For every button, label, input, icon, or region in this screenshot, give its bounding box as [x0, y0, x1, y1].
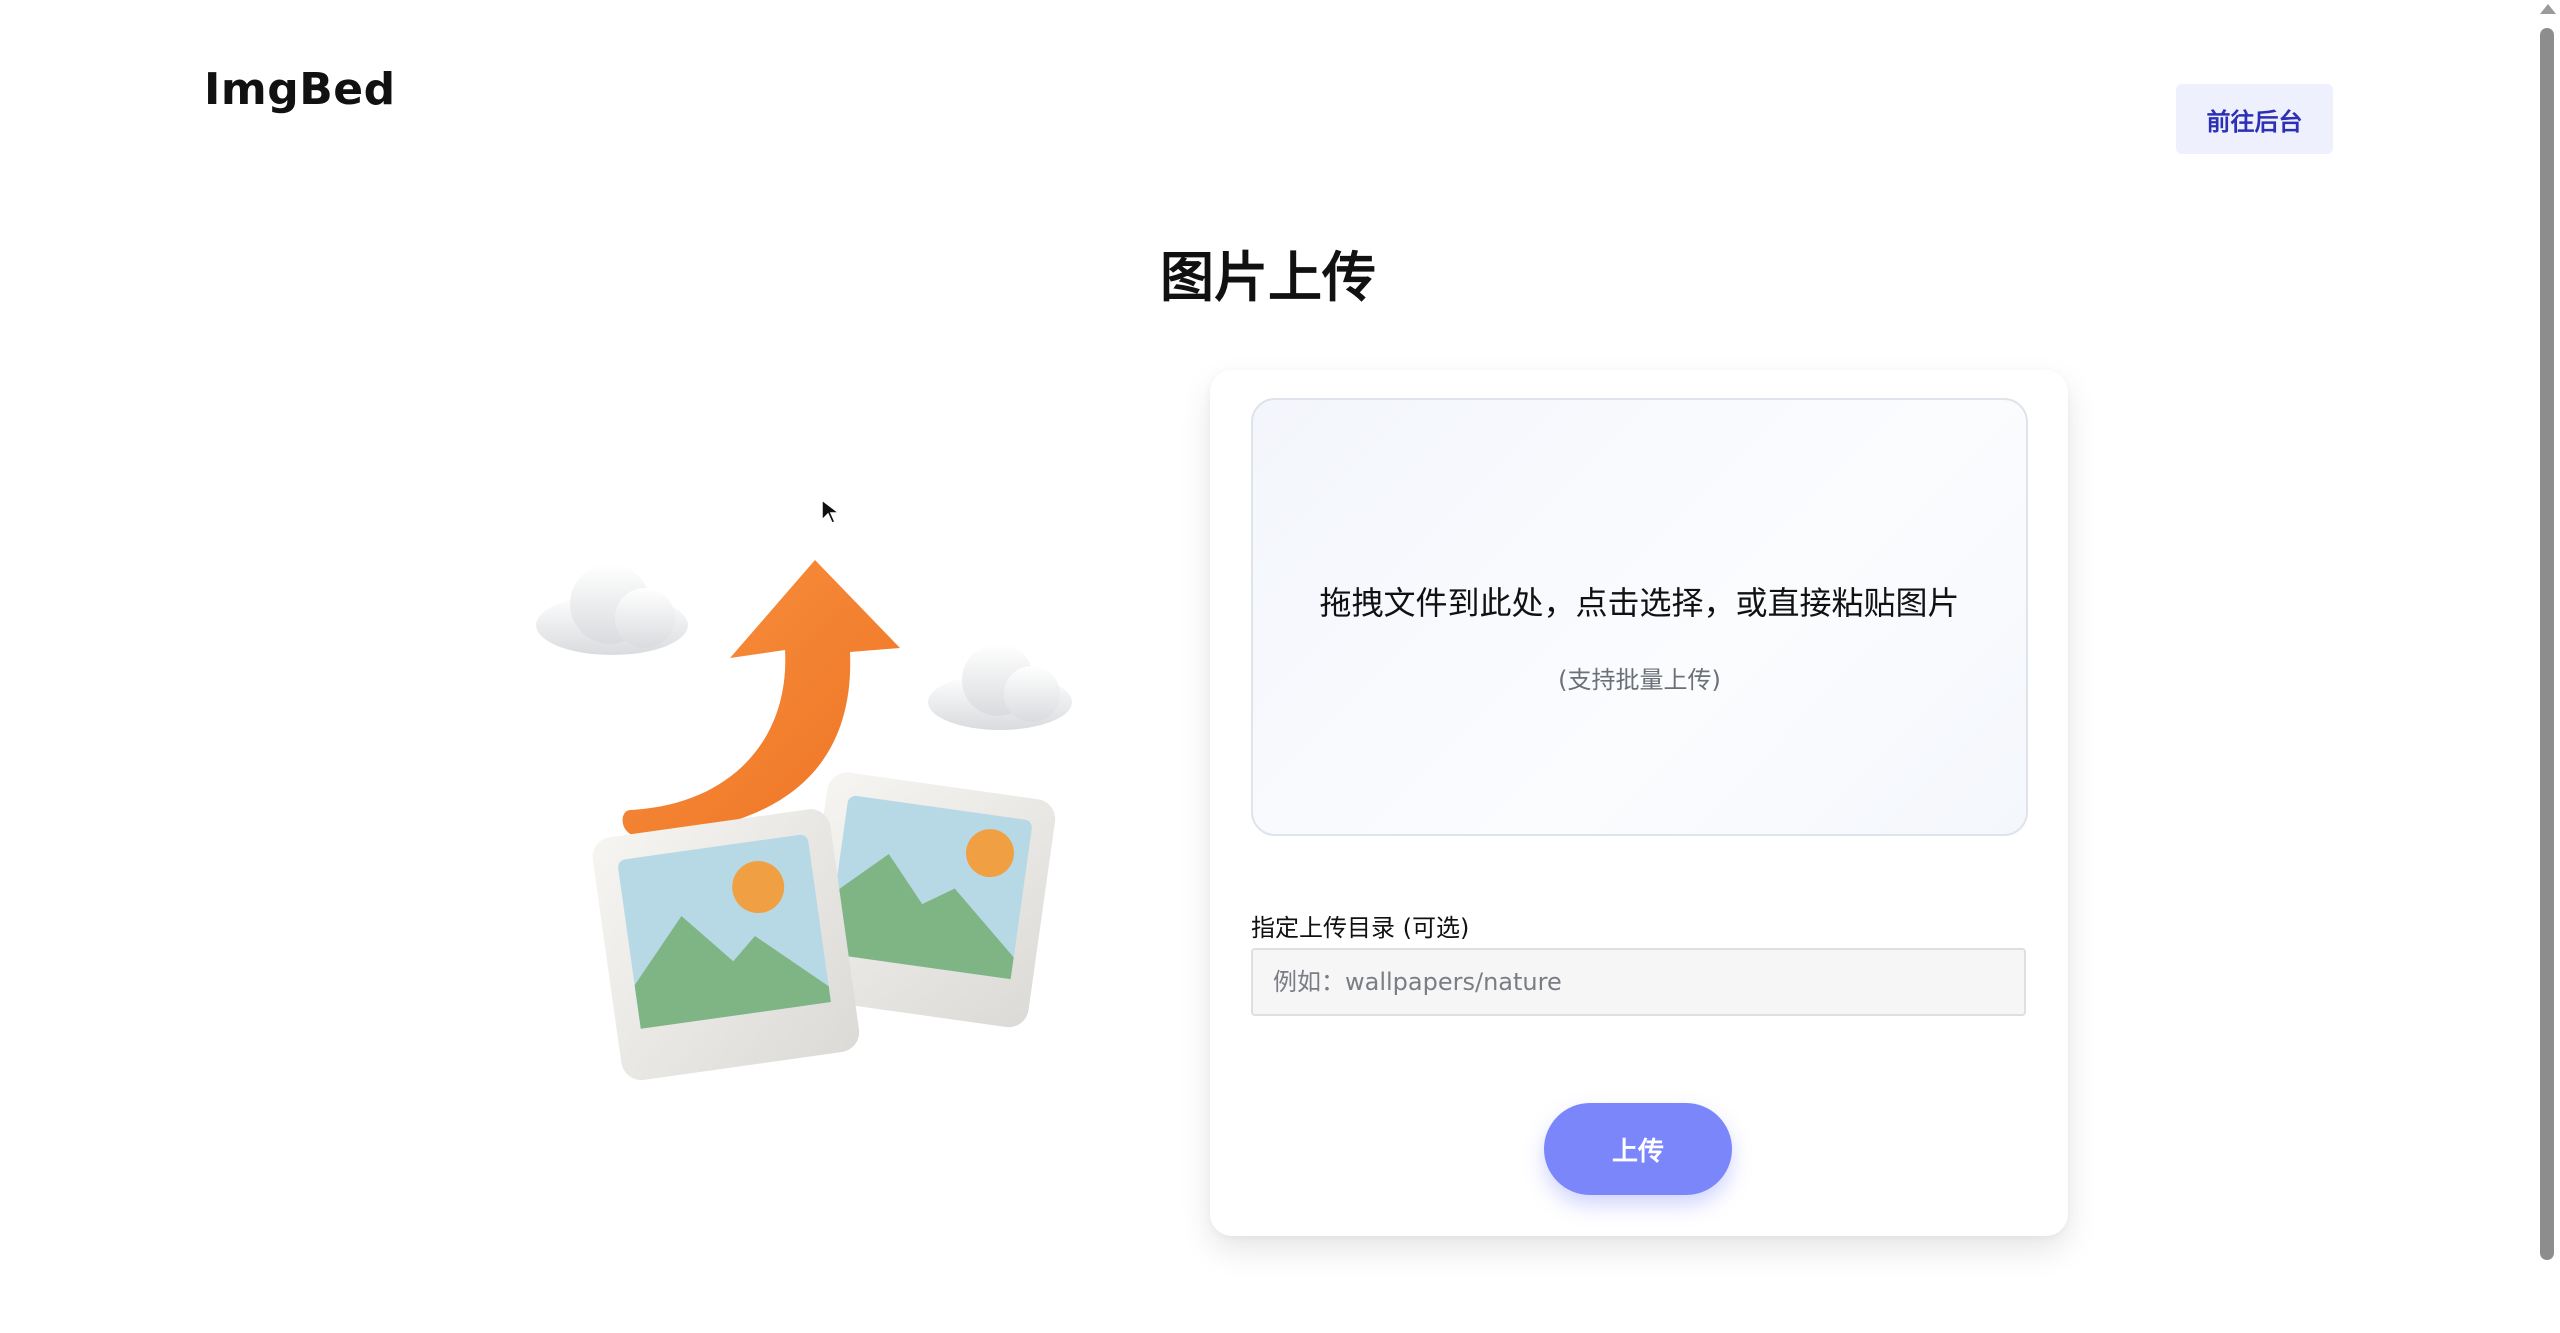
- directory-label: 指定上传目录 (可选): [1251, 914, 1470, 942]
- site-logo[interactable]: ImgBed: [204, 64, 396, 115]
- upload-photos-illustration: [536, 560, 1072, 1081]
- mouse-pointer-icon: [821, 498, 842, 524]
- dropzone-hint: (支持批量上传): [1558, 666, 1721, 694]
- vertical-scrollbar[interactable]: [2536, 0, 2560, 1333]
- page-title: 图片上传: [1160, 246, 1376, 309]
- dropzone-text: 拖拽文件到此处，点击选择，或直接粘贴图片: [1319, 584, 1960, 622]
- cloud-left-icon: [536, 564, 688, 655]
- upload-button[interactable]: 上传: [1544, 1103, 1732, 1195]
- file-dropzone[interactable]: 拖拽文件到此处，点击选择，或直接粘贴图片 (支持批量上传): [1251, 398, 2028, 836]
- upload-card: 拖拽文件到此处，点击选择，或直接粘贴图片 (支持批量上传) 指定上传目录 (可选…: [1210, 370, 2068, 1236]
- front-photo-icon: [592, 809, 860, 1081]
- scroll-up-icon[interactable]: [2540, 4, 2556, 14]
- directory-input[interactable]: [1251, 948, 2026, 1016]
- go-to-admin-button[interactable]: 前往后台: [2176, 84, 2333, 154]
- page: ImgBed 前往后台 图片上传 拖拽文件到此处，点击选择，或直接粘贴图片 (支…: [0, 0, 2560, 1333]
- cloud-right-icon: [928, 644, 1072, 730]
- scrollbar-thumb[interactable]: [2540, 28, 2554, 1260]
